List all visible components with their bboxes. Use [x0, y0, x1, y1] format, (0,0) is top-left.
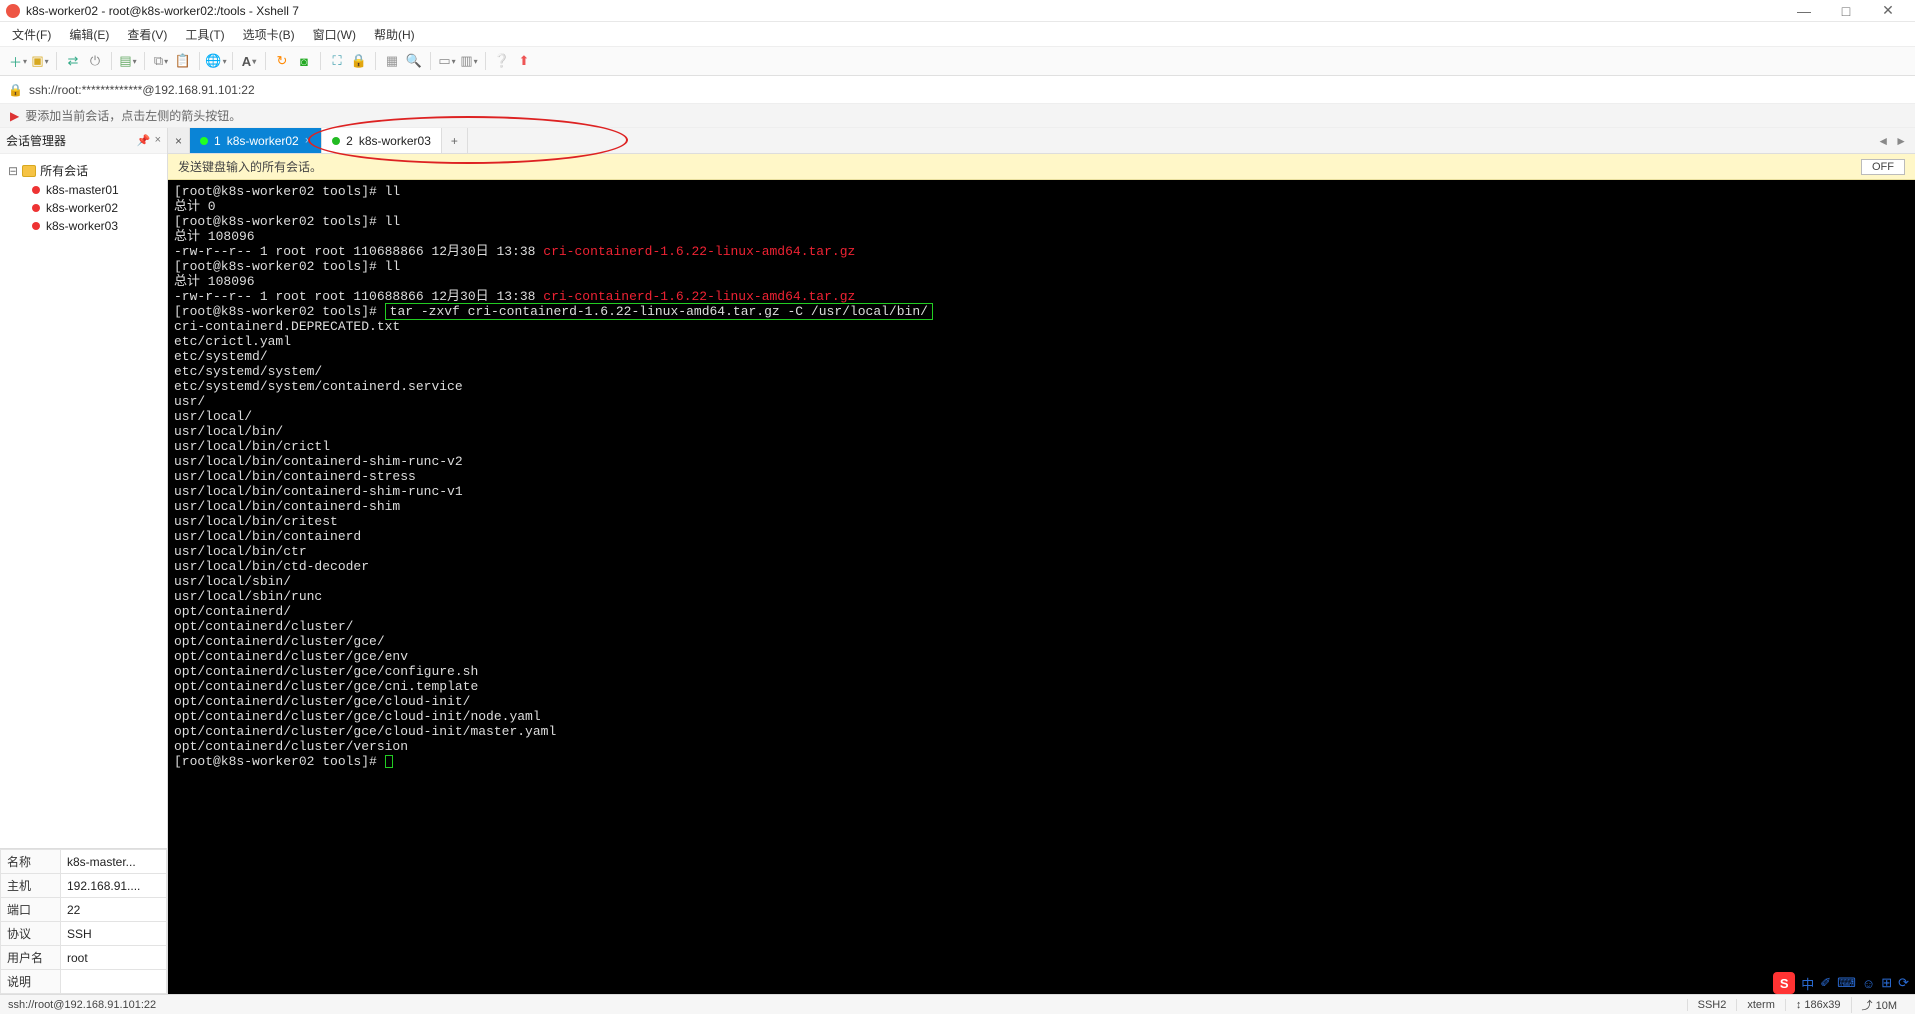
ime-logo-icon[interactable]: S — [1773, 972, 1795, 994]
terminal[interactable]: [root@k8s-worker02 tools]# ll 总计 0 [root… — [168, 180, 1915, 994]
ime-item[interactable]: ⊞ — [1881, 975, 1892, 991]
menu-edit[interactable]: 编辑(E) — [69, 26, 109, 43]
titlebar: k8s-worker02 - root@k8s-worker02:/tools … — [0, 0, 1915, 22]
profile-button[interactable]: ▤ — [118, 51, 138, 71]
ime-lang[interactable]: 中 — [1801, 974, 1814, 993]
ime-item[interactable]: ⌨ — [1837, 975, 1856, 991]
ime-item[interactable]: ⟳ — [1898, 975, 1909, 991]
tab-index: 2 — [346, 134, 353, 148]
prop-row: 说明 — [1, 970, 167, 994]
app-logo-icon — [6, 4, 20, 18]
tab-worker03[interactable]: 2 k8s-worker03 — [322, 128, 442, 153]
session-icon — [32, 186, 40, 194]
session-tree: ⊟ 所有会话 k8s-master01 k8s-worker02 k8s-wor… — [0, 154, 167, 848]
tree-item-label: k8s-worker02 — [46, 201, 118, 215]
close-button[interactable]: ✕ — [1867, 0, 1909, 22]
status-term: xterm — [1736, 999, 1785, 1011]
broadcast-bar: 发送键盘输入的所有会话。 OFF — [168, 154, 1915, 180]
tab-nav-left[interactable]: ◄ — [1877, 134, 1889, 148]
paste-button[interactable]: 📋 — [173, 51, 193, 71]
status-size: ↕ 186x39 — [1785, 999, 1851, 1011]
status-dot-icon — [200, 137, 208, 145]
tree-root-label: 所有会话 — [40, 162, 88, 179]
new-session-button[interactable]: ＋ — [8, 51, 28, 71]
tab-index: 1 — [214, 134, 221, 148]
tree-root[interactable]: ⊟ 所有会话 — [4, 160, 163, 181]
status-protocol: SSH2 — [1687, 999, 1737, 1011]
menu-file[interactable]: 文件(F) — [12, 26, 51, 43]
status-dot-icon — [332, 137, 340, 145]
lock-button[interactable]: 🔒 — [349, 51, 369, 71]
open-button[interactable]: ▣ — [30, 51, 50, 71]
globe-button[interactable]: 🌐 — [206, 51, 226, 71]
update-button[interactable]: ⬆ — [514, 51, 534, 71]
status-extras: ⤴ 10M — [1851, 997, 1907, 1013]
fullscreen-button[interactable]: ⛶ — [327, 51, 347, 71]
menu-tab[interactable]: 选项卡(B) — [243, 26, 295, 43]
prop-row: 协议SSH — [1, 922, 167, 946]
prop-row: 主机192.168.91.... — [1, 874, 167, 898]
tip-bar: ▶ 要添加当前会话，点击左侧的箭头按钮。 — [0, 104, 1915, 128]
flag-icon: ▶ — [10, 109, 19, 123]
ime-item[interactable]: ☺ — [1862, 976, 1875, 991]
tree-item-label: k8s-worker03 — [46, 219, 118, 233]
broadcast-text: 发送键盘输入的所有会话。 — [178, 158, 322, 175]
ime-item[interactable]: ✐ — [1820, 975, 1831, 991]
session-manager-title: 会话管理器 — [6, 132, 66, 149]
font-button[interactable]: A — [239, 51, 259, 71]
find-button[interactable]: 🔍 — [404, 51, 424, 71]
panel-close-icon[interactable]: × — [155, 134, 161, 147]
copy-button[interactable]: ⧉ — [151, 51, 171, 71]
log-button[interactable]: ▦ — [382, 51, 402, 71]
disconnect-button[interactable]: ⏻ — [85, 51, 105, 71]
tip-text: 要添加当前会话，点击左侧的箭头按钮。 — [25, 107, 241, 124]
new-tab-button[interactable]: + — [442, 128, 468, 153]
pin-icon[interactable]: 📌 — [137, 134, 151, 147]
tree-item-worker03[interactable]: k8s-worker03 — [4, 217, 163, 235]
toolbar: ＋ ▣ ⇄ ⏻ ▤ ⧉ 📋 🌐 A ↻ ◙ ⛶ 🔒 ▦ 🔍 ▭ ▥ ❔ ⬆ — [0, 46, 1915, 76]
status-address: ssh://root@192.168.91.101:22 — [8, 999, 156, 1011]
menu-view[interactable]: 查看(V) — [127, 26, 167, 43]
close-all-tabs-button[interactable]: × — [168, 128, 190, 153]
session-manager-panel: 会话管理器 📌 × ⊟ 所有会话 k8s-master01 k8s-worker… — [0, 128, 168, 994]
tab-label: k8s-worker03 — [359, 134, 431, 148]
tree-item-label: k8s-master01 — [46, 183, 119, 197]
status-bar: ssh://root@192.168.91.101:22 SSH2 xterm … — [0, 994, 1915, 1014]
refresh-button[interactable]: ↻ — [272, 51, 292, 71]
address-bar[interactable]: 🔒 ssh://root:*************@192.168.91.10… — [0, 76, 1915, 104]
view2-button[interactable]: ▥ — [459, 51, 479, 71]
folder-icon — [22, 165, 36, 177]
tab-nav-right[interactable]: ► — [1895, 134, 1907, 148]
menubar: 文件(F) 编辑(E) 查看(V) 工具(T) 选项卡(B) 窗口(W) 帮助(… — [0, 22, 1915, 46]
view1-button[interactable]: ▭ — [437, 51, 457, 71]
session-icon — [32, 204, 40, 212]
menu-help[interactable]: 帮助(H) — [374, 26, 415, 43]
tree-item-worker02[interactable]: k8s-worker02 — [4, 199, 163, 217]
tab-label: k8s-worker02 — [227, 134, 299, 148]
ime-bar: S 中 ✐ ⌨ ☺ ⊞ ⟳ — [1773, 972, 1909, 994]
record-button[interactable]: ◙ — [294, 51, 314, 71]
session-properties: 名称k8s-master... 主机192.168.91.... 端口22 协议… — [0, 848, 167, 994]
tab-worker02[interactable]: 1 k8s-worker02 × — [190, 128, 322, 153]
prop-row: 用户名root — [1, 946, 167, 970]
tree-item-master01[interactable]: k8s-master01 — [4, 181, 163, 199]
lock-icon: 🔒 — [8, 83, 23, 97]
prop-row: 端口22 — [1, 898, 167, 922]
help-button[interactable]: ❔ — [492, 51, 512, 71]
tab-strip: × 1 k8s-worker02 × 2 k8s-worker03 + ◄ ► — [168, 128, 1915, 154]
menu-tools[interactable]: 工具(T) — [185, 26, 224, 43]
tab-close-icon[interactable]: × — [305, 135, 311, 147]
session-icon — [32, 222, 40, 230]
address-text: ssh://root:*************@192.168.91.101:… — [29, 83, 255, 97]
broadcast-toggle[interactable]: OFF — [1861, 159, 1905, 175]
minimize-button[interactable]: — — [1783, 0, 1825, 22]
maximize-button[interactable]: □ — [1825, 0, 1867, 22]
prop-row: 名称k8s-master... — [1, 850, 167, 874]
window-title: k8s-worker02 - root@k8s-worker02:/tools … — [26, 4, 299, 18]
menu-window[interactable]: 窗口(W) — [313, 26, 356, 43]
reconnect-button[interactable]: ⇄ — [63, 51, 83, 71]
